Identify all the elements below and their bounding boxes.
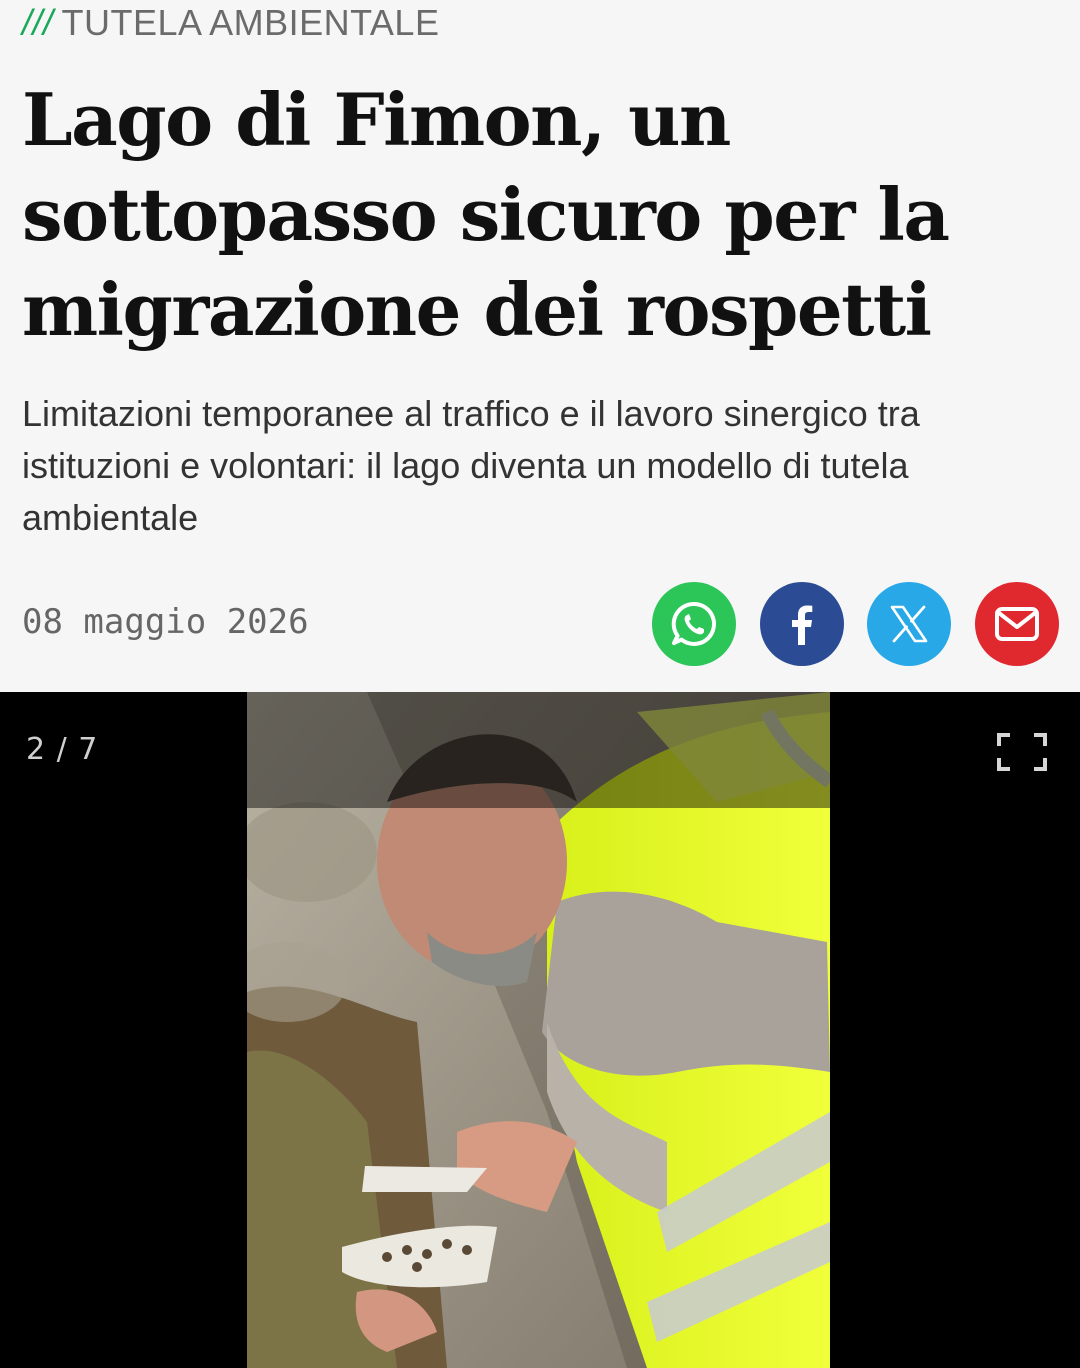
section-kicker[interactable]: ///TUTELA AMBIENTALE	[22, 2, 439, 44]
share-x-button[interactable]	[867, 582, 951, 666]
photo-gallery[interactable]: 2 / 7	[0, 692, 1080, 1368]
share-facebook-button[interactable]	[760, 582, 844, 666]
photo-illustration	[247, 692, 830, 1368]
article-title: Lago di Fimon, un sottopasso sicuro per …	[22, 77, 950, 352]
fullscreen-button[interactable]	[996, 732, 1048, 772]
article-date: 08 maggio 2026	[22, 602, 309, 642]
gallery-counter: 2 / 7	[26, 732, 99, 767]
kicker-mark: ///	[22, 2, 54, 43]
share-email-button[interactable]	[975, 582, 1059, 666]
whatsapp-icon	[671, 601, 716, 646]
fullscreen-icon	[997, 733, 1047, 771]
gallery-photo	[247, 692, 830, 1368]
article-subtitle: Limitazioni temporanee al traffico e il …	[22, 393, 920, 538]
facebook-icon	[792, 605, 813, 645]
share-whatsapp-button[interactable]	[652, 582, 736, 666]
x-icon	[890, 605, 928, 643]
kicker-label: TUTELA AMBIENTALE	[61, 2, 440, 43]
mail-icon	[995, 607, 1039, 641]
